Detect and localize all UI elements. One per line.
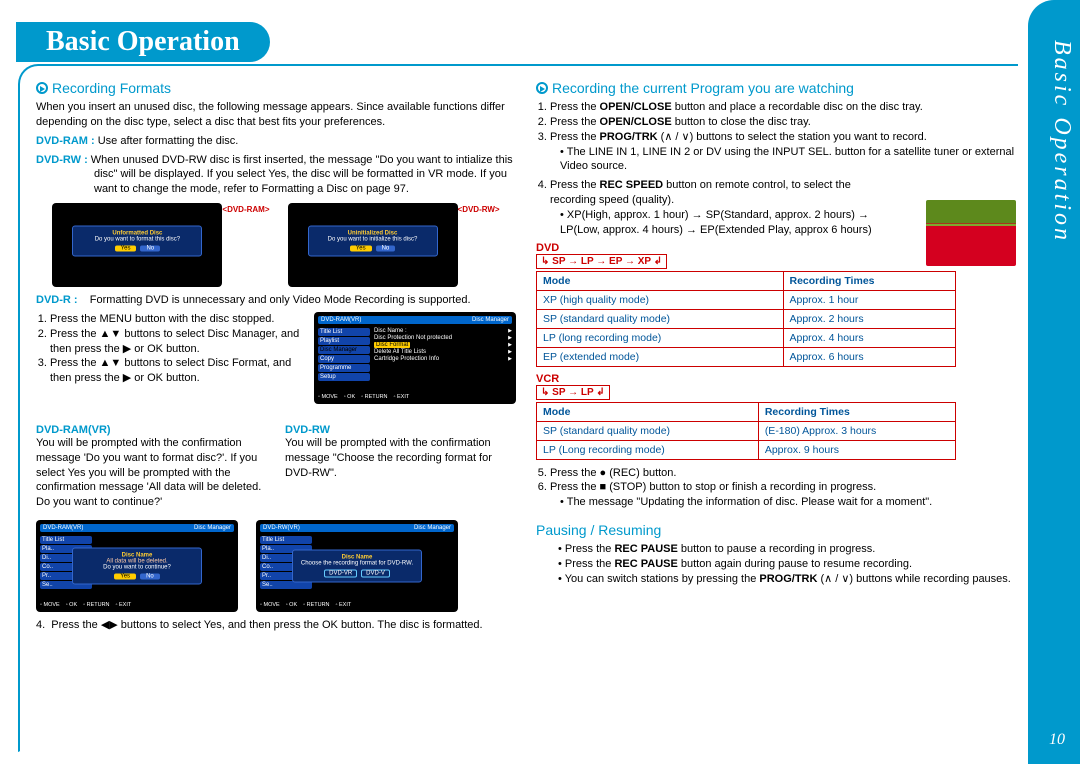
section-recording-current: Recording the current Program you are wa… xyxy=(536,80,1016,96)
vcr-table: ModeRecording Times SP (standard quality… xyxy=(536,402,956,460)
rstep-4: Press the REC SPEED button on remote con… xyxy=(550,178,880,237)
screen-flower-preview xyxy=(926,200,1016,266)
play-bullet-icon xyxy=(536,82,548,94)
rstep-3: Press the PROG/TRK (∧ / ∨) buttons to se… xyxy=(550,130,1016,175)
side-tab: Basic Operation 10 xyxy=(1028,0,1080,764)
screen-uninitialized: Uninitialized Disc Do you want to initia… xyxy=(288,203,500,287)
dvd-ram-line: DVD-RAM : Use after formatting the disc. xyxy=(36,134,516,149)
side-tab-title: Basic Operation xyxy=(1048,40,1075,243)
play-bullet-icon xyxy=(36,82,48,94)
screen-unformatted: Unformatted Disc Do you want to format t… xyxy=(52,203,269,287)
steps-with-screen: DVD-RAM(VR)Disc Manager Title List Playl… xyxy=(36,312,516,408)
dvd-seq: ↳ SP → LP → EP → XP ↲ xyxy=(536,254,667,269)
section-recording-formats: Recording Formats xyxy=(36,80,516,96)
screen-confirm-delete: DVD-RAM(VR)Disc Manager Title ListPla..D… xyxy=(36,520,238,612)
pause-3: You can switch stations by pressing the … xyxy=(558,572,1016,587)
pause-1: Press the REC PAUSE button to pause a re… xyxy=(558,542,1016,557)
dvd-rw-line: DVD-RW : When unused DVD-RW disc is firs… xyxy=(36,153,516,198)
page-title-pill: Basic Operation xyxy=(16,22,270,62)
vcr-label: VCR xyxy=(536,373,1016,385)
screen-choose-format: DVD-RW(VR)Disc Manager Title ListPla..Di… xyxy=(256,520,458,612)
section-pausing: Pausing / Resuming xyxy=(536,522,1016,538)
dvd-table: ModeRecording Times XP (high quality mod… xyxy=(536,271,956,367)
dvd-rw-block: DVD-RW You will be prompted with the con… xyxy=(285,418,516,514)
pause-2: Press the REC PAUSE button again during … xyxy=(558,557,1016,572)
dvd-r-line: DVD-R : Formatting DVD is unnecessary an… xyxy=(36,293,516,308)
rstep-6: Press the ■ (STOP) button to stop or fin… xyxy=(550,480,1016,510)
intro-text: When you insert an unused disc, the foll… xyxy=(36,100,516,130)
right-column: Recording the current Program you are wa… xyxy=(536,74,1016,637)
left-column: Recording Formats When you insert an unu… xyxy=(36,74,516,637)
page-number: 10 xyxy=(1049,731,1065,749)
step-4: 4. Press the ◀▶ buttons to select Yes, a… xyxy=(36,618,516,633)
screen-disc-manager: DVD-RAM(VR)Disc Manager Title List Playl… xyxy=(314,312,516,404)
rstep-2: Press the OPEN/CLOSE button to close the… xyxy=(550,115,1016,130)
rstep-5: Press the ● (REC) button. xyxy=(550,466,1016,481)
vcr-seq: ↳ SP → LP ↲ xyxy=(536,385,610,400)
rstep-1: Press the OPEN/CLOSE button and place a … xyxy=(550,100,1016,115)
dvd-ramvr-block: DVD-RAM(VR) You will be prompted with th… xyxy=(36,418,267,514)
